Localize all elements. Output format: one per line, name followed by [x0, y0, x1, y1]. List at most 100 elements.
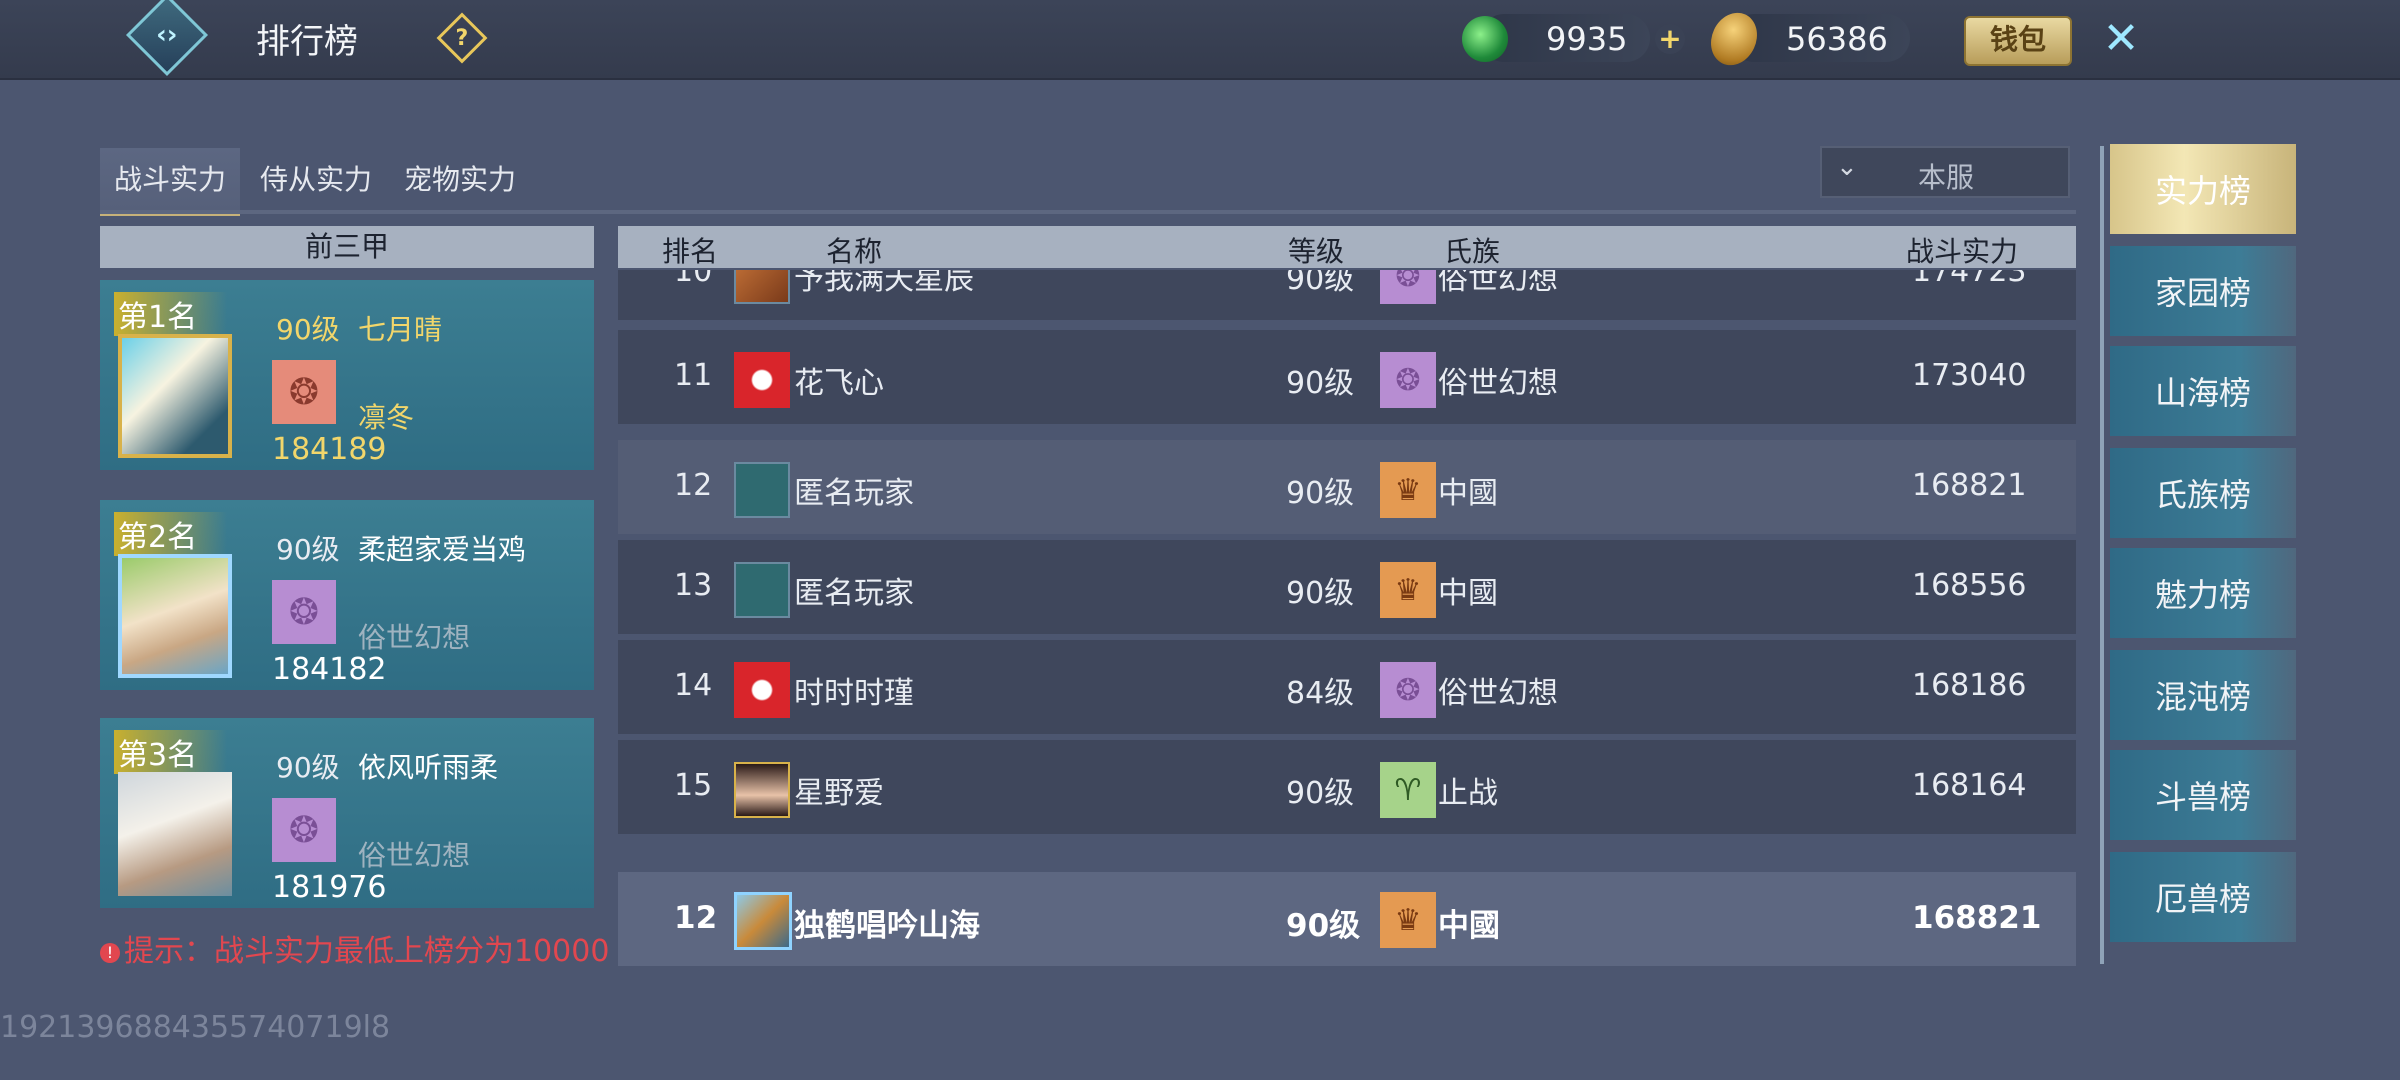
coin-amount: 56386: [1786, 20, 1888, 58]
clan-emblem-icon: ♛: [1380, 562, 1436, 618]
top-bar: ‹› 排行榜 ? 9935 + 56386 钱包 ✕: [0, 0, 2400, 80]
my-rank: 12: [674, 900, 718, 936]
tab-combat-power[interactable]: 战斗实力: [100, 148, 241, 216]
row-clan: 中國: [1438, 576, 1498, 611]
player-portrait: [118, 334, 232, 458]
table-row[interactable]: 10 予我满天星辰 90级 ❂ 俗世幻想 174723: [618, 270, 2076, 320]
chevron-down-icon: ⌄: [1836, 152, 1858, 182]
row-name: 予我满天星辰: [794, 270, 974, 297]
rank-badge: 第3名: [114, 730, 228, 774]
table-row[interactable]: 14 时时时瑾 84级 ❂ 俗世幻想 168186: [618, 640, 2076, 734]
table-row[interactable]: 12 匿名玩家 90级 ♛ 中國 168821: [618, 440, 2076, 534]
my-rank-row[interactable]: 12 独鹤唱吟山海 90级 ♛ 中國 168821: [618, 872, 2076, 966]
row-power: 168164: [1912, 768, 2027, 803]
row-power: 173040: [1912, 358, 2027, 393]
row-rank: 11: [674, 358, 713, 393]
ranking-list[interactable]: 10 予我满天星辰 90级 ❂ 俗世幻想 174723 11 花飞心 90级 ❂…: [618, 270, 2076, 848]
anonymous-avatar-icon: [734, 562, 790, 618]
player-level: 90级: [276, 533, 340, 566]
rank-badge: 第1名: [114, 292, 228, 336]
table-row[interactable]: 15 星野爱 90级 ♈ 止战 168164: [618, 740, 2076, 834]
top3-card-1[interactable]: 第1名 90级 七月晴 ❂ 凛冬 184189: [100, 280, 594, 470]
sidebar-item-home-ranking[interactable]: 家园榜: [2110, 246, 2296, 336]
clan-emblem-icon: ♛: [1380, 462, 1436, 518]
row-name: 星野爱: [794, 776, 884, 811]
player-name: 柔超家爱当鸡: [358, 533, 527, 566]
top3-card-2[interactable]: 第2名 90级 柔超家爱当鸡 ❂ 俗世幻想 184182: [100, 500, 594, 690]
sidebar-divider: [2100, 146, 2104, 964]
jade-amount: 9935: [1546, 20, 1628, 58]
back-button[interactable]: ‹›: [125, 0, 209, 77]
row-level: 90级: [1286, 576, 1355, 611]
hint-text-container: ! 提示：战斗实力最低上榜分为10000: [100, 926, 609, 970]
top3-card-3[interactable]: 第3名 90级 依风听雨柔 ❂ 俗世幻想 181976: [100, 718, 594, 908]
tab-attendant-power[interactable]: 侍从实力: [260, 148, 372, 212]
player-avatar: [734, 662, 790, 718]
server-filter-value: 本服: [1918, 161, 1975, 194]
sidebar-item-shanhai-ranking[interactable]: 山海榜: [2110, 346, 2296, 436]
row-power: 168556: [1912, 568, 2027, 603]
player-portrait: [118, 554, 232, 678]
server-filter-dropdown[interactable]: ⌄ 本服: [1820, 146, 2070, 198]
sidebar-item-calamity-beast-ranking[interactable]: 厄兽榜: [2110, 852, 2296, 942]
row-name: 匿名玩家: [794, 476, 914, 511]
star-close-icon[interactable]: ✕: [2096, 14, 2146, 64]
clan-emblem-icon: ❂: [272, 360, 336, 424]
my-clan: 中國: [1438, 908, 1500, 944]
table-row[interactable]: 11 花飞心 90级 ❂ 俗世幻想 173040: [618, 330, 2076, 424]
row-name: 匿名玩家: [794, 576, 914, 611]
row-rank: 14: [674, 668, 713, 703]
top3-header: 前三甲: [100, 226, 594, 268]
header-rank: 排名: [662, 235, 719, 268]
clan-name: 俗世幻想: [358, 621, 471, 654]
row-power: 168821: [1912, 468, 2027, 503]
tab-pet-power[interactable]: 宠物实力: [404, 148, 516, 212]
my-name: 独鹤唱吟山海: [794, 908, 980, 944]
player-avatar: [734, 762, 790, 818]
row-level: 84级: [1286, 676, 1355, 711]
page-title: 排行榜: [256, 22, 358, 62]
clan-emblem-icon: ❂: [1380, 662, 1436, 718]
sidebar-item-clan-ranking[interactable]: 氏族榜: [2110, 448, 2296, 538]
row-rank: 10: [674, 270, 713, 289]
row-rank: 15: [674, 768, 713, 803]
clan-name: 俗世幻想: [358, 839, 471, 872]
sidebar-item-chaos-ranking[interactable]: 混沌榜: [2110, 650, 2296, 740]
row-name: 花飞心: [794, 366, 884, 401]
row-rank: 12: [674, 468, 713, 503]
diamond-back-icon: ‹›: [156, 20, 178, 50]
header-level: 等级: [1288, 235, 1345, 268]
help-button[interactable]: ?: [436, 12, 488, 64]
sidebar-item-power-ranking[interactable]: 实力榜: [2110, 144, 2296, 234]
row-level: 90级: [1286, 270, 1355, 297]
row-power: 168186: [1912, 668, 2027, 703]
wallet-button[interactable]: 钱包: [1964, 16, 2072, 66]
header-clan: 氏族: [1444, 235, 1501, 268]
combat-power: 181976: [272, 870, 387, 905]
player-name: 七月晴: [358, 313, 443, 346]
clan-name: 凛冬: [358, 401, 415, 434]
anonymous-avatar-icon: [734, 462, 790, 518]
add-jade-button[interactable]: +: [1655, 24, 1685, 54]
sidebar-item-beast-fight-ranking[interactable]: 斗兽榜: [2110, 750, 2296, 840]
row-level: 90级: [1286, 476, 1355, 511]
list-header: 排名 名称 等级 氏族 战斗实力: [618, 226, 2076, 268]
clan-emblem-icon: ❂: [272, 580, 336, 644]
user-id: 1921396884355740719l8: [0, 1010, 391, 1045]
my-power: 168821: [1912, 900, 2042, 936]
header-power: 战斗实力: [1906, 235, 2019, 268]
row-clan: 俗世幻想: [1438, 366, 1558, 401]
row-level: 90级: [1286, 366, 1355, 401]
player-name: 依风听雨柔: [358, 751, 499, 784]
player-avatar: [734, 270, 790, 304]
row-power: 174723: [1912, 270, 2027, 289]
combat-power: 184182: [272, 652, 387, 687]
sidebar-item-charm-ranking[interactable]: 魅力榜: [2110, 548, 2296, 638]
clan-emblem-icon: ❂: [1380, 352, 1436, 408]
tab-divider: [100, 210, 2076, 214]
clan-emblem-icon: ♛: [1380, 892, 1436, 948]
row-level: 90级: [1286, 776, 1355, 811]
player-avatar: [734, 352, 790, 408]
table-row[interactable]: 13 匿名玩家 90级 ♛ 中國 168556: [618, 540, 2076, 634]
player-portrait: [118, 772, 232, 896]
